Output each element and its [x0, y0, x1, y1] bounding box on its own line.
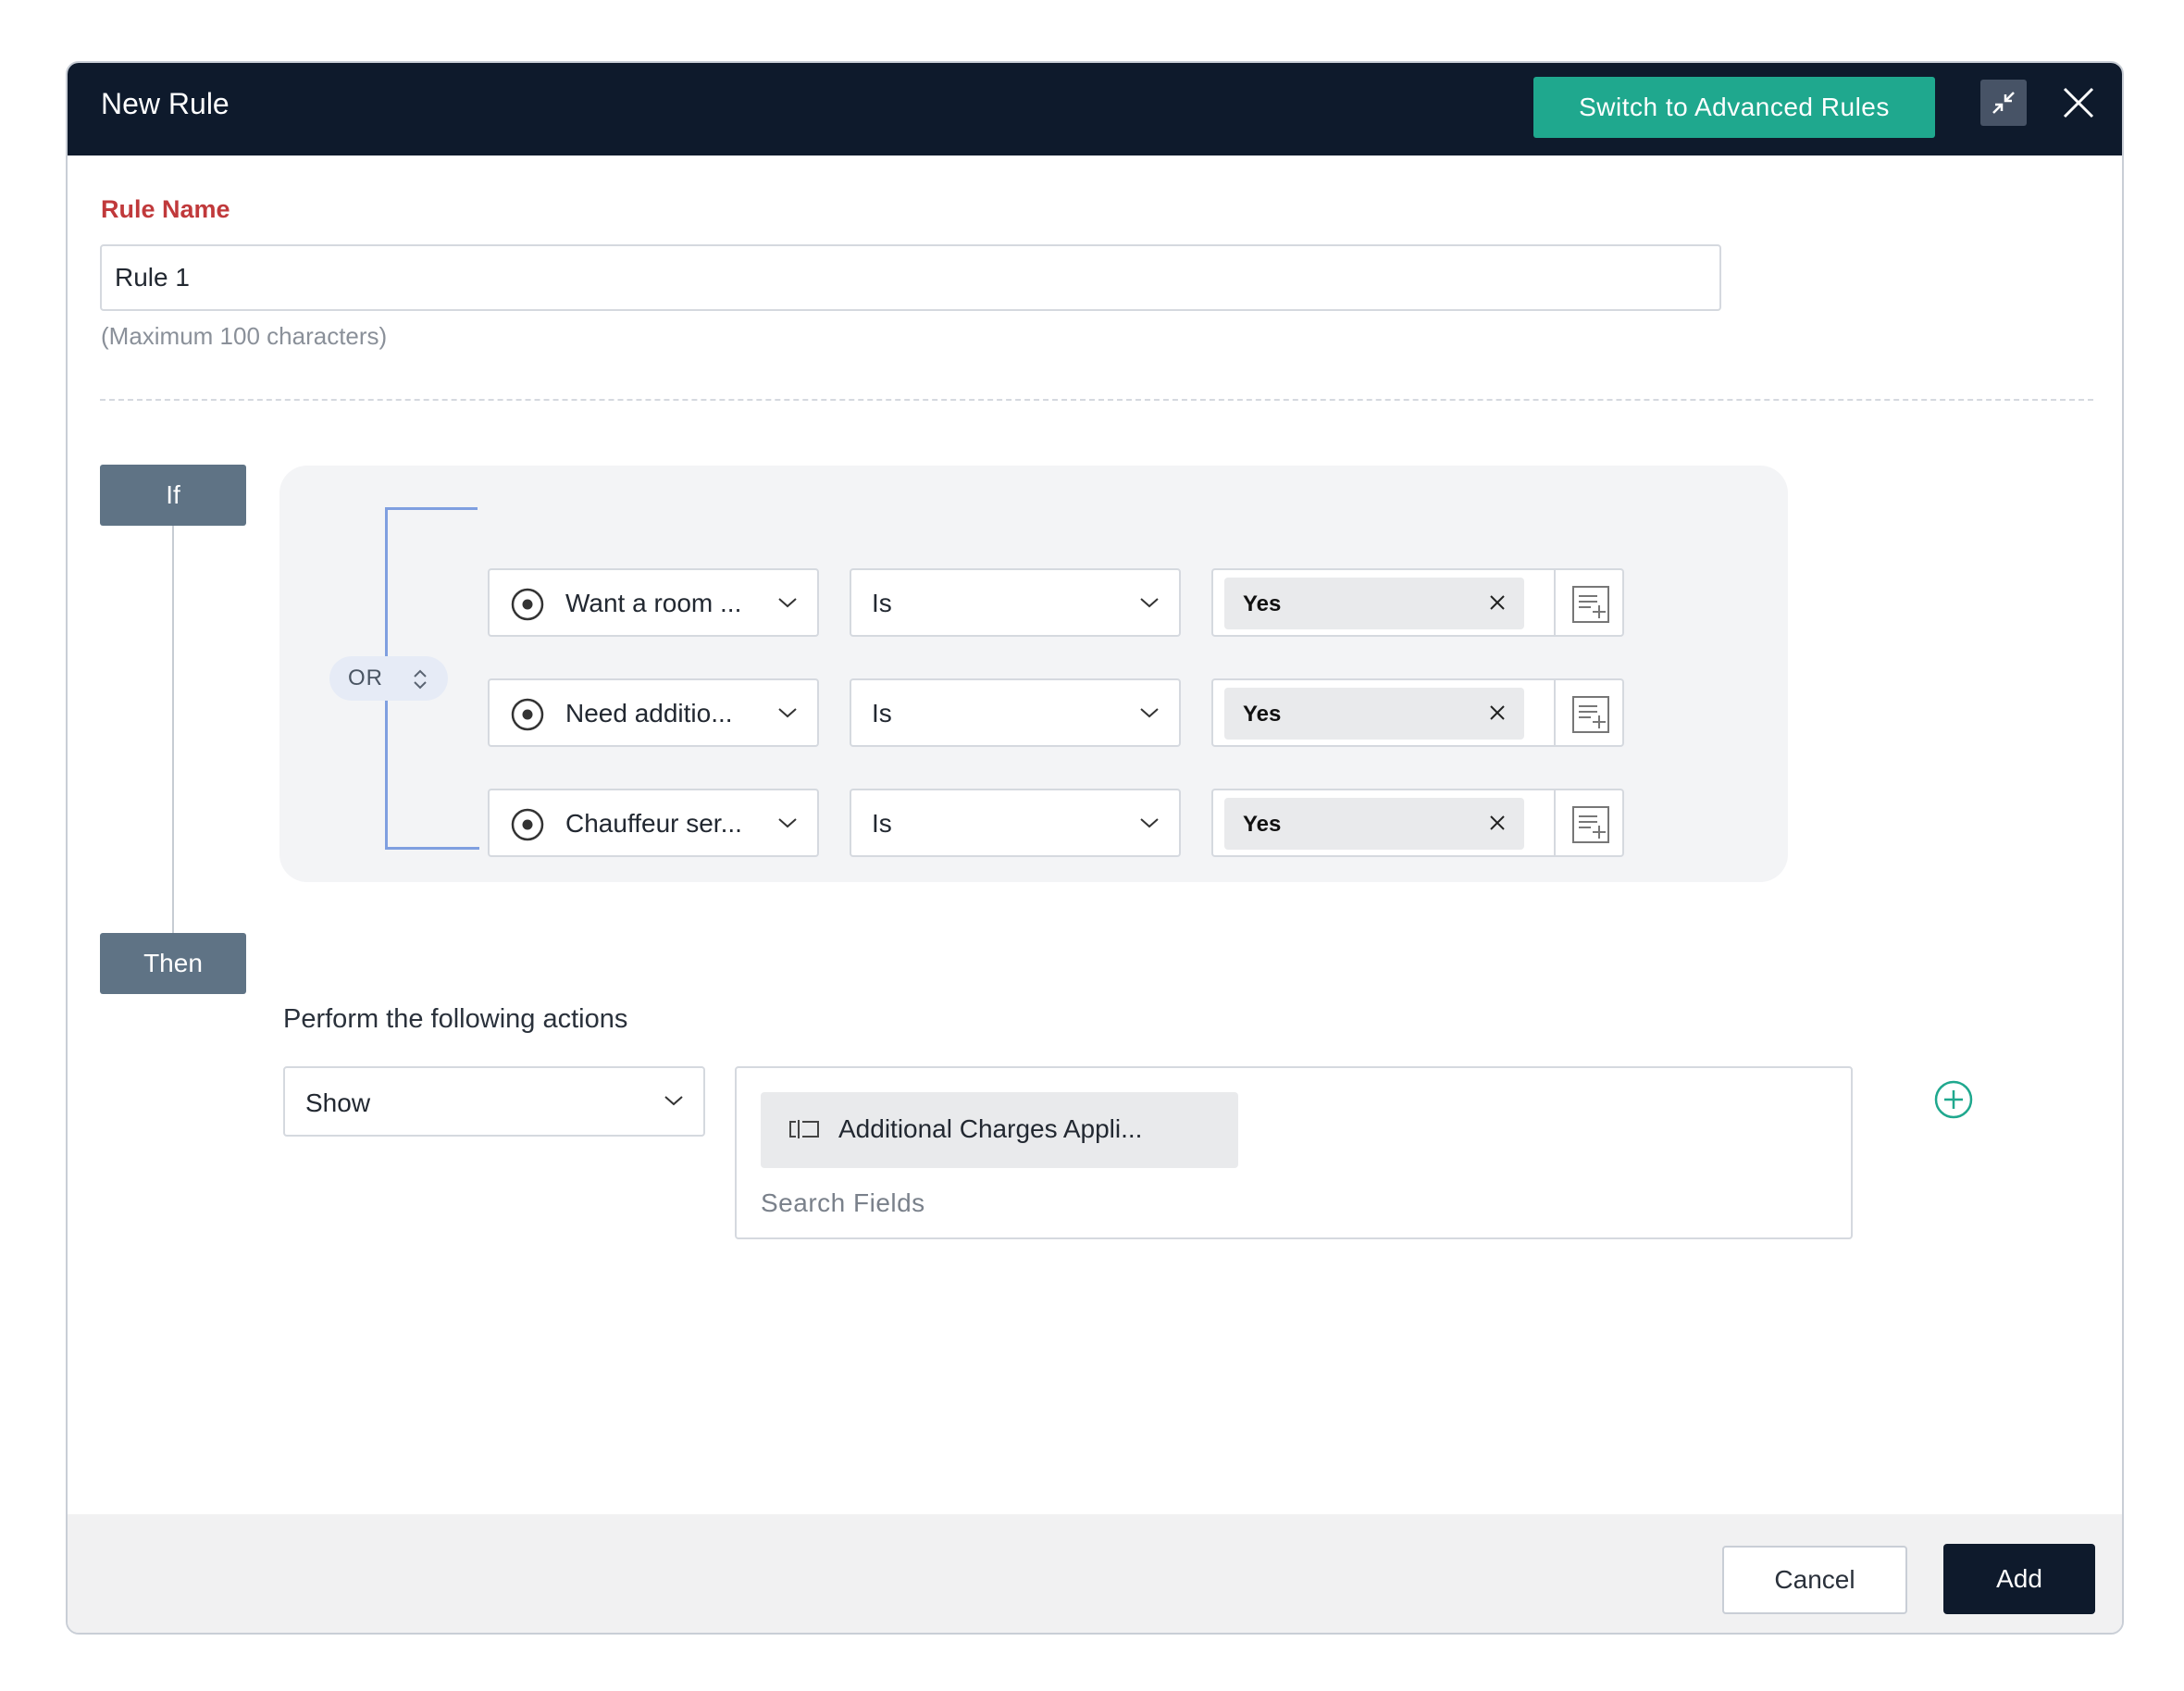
condition-operator-dropdown[interactable]: Is	[850, 678, 1181, 747]
dialog-title: New Rule	[101, 87, 230, 120]
condition-field-dropdown[interactable]: Chauffeur ser...	[488, 789, 819, 857]
minimize-button[interactable]	[1980, 80, 2027, 126]
actions-heading: Perform the following actions	[283, 1004, 628, 1034]
then-tag: Then	[100, 933, 246, 994]
chevron-down-icon	[1140, 708, 1159, 718]
chevron-down-icon	[1140, 598, 1159, 608]
text-field-icon	[789, 1120, 819, 1138]
bracket-top	[385, 507, 426, 510]
value-chip: Yes	[1224, 578, 1524, 629]
condition-field-dropdown[interactable]: Need additio...	[488, 678, 819, 747]
dialog-header: New Rule Switch to Advanced Rules	[68, 63, 2122, 155]
condition-field-label: Chauffeur ser...	[565, 809, 742, 838]
condition-value-input[interactable]: Yes	[1211, 789, 1556, 857]
add-action-icon[interactable]	[1933, 1079, 1974, 1120]
new-rule-dialog: New Rule Switch to Advanced Rules Rule N…	[66, 61, 2124, 1635]
value-chip-label: Yes	[1243, 591, 1282, 616]
list-add-icon	[1572, 586, 1609, 623]
section-divider	[100, 399, 2093, 401]
search-fields-input[interactable]: Search Fields	[761, 1188, 925, 1218]
if-then-connector-line	[172, 526, 174, 933]
bracket-bottom	[385, 847, 479, 850]
rule-name-hint: (Maximum 100 characters)	[101, 322, 388, 350]
close-icon	[2063, 87, 2094, 118]
cancel-button[interactable]: Cancel	[1722, 1546, 1907, 1614]
condition-field-dropdown[interactable]: Want a room ...	[488, 568, 819, 637]
remove-value-icon[interactable]	[1485, 701, 1509, 725]
condition-field-label: Need additio...	[565, 699, 733, 727]
value-chip: Yes	[1224, 688, 1524, 740]
target-fields-box[interactable]: Additional Charges Appli... Search Field…	[735, 1066, 1853, 1239]
radio-field-icon	[511, 808, 544, 841]
rule-name-input[interactable]	[100, 244, 1721, 311]
action-type-dropdown[interactable]: Show	[283, 1066, 705, 1137]
up-down-chevron-icon[interactable]	[408, 666, 432, 692]
minimize-arrows-icon	[1992, 92, 2015, 114]
selected-field-chip[interactable]: Additional Charges Appli...	[761, 1092, 1238, 1168]
condition-operator-label: Is	[872, 809, 892, 838]
dialog-footer: Cancel Add	[68, 1514, 2122, 1633]
condition-value-input[interactable]: Yes	[1211, 678, 1556, 747]
condition-field-label: Want a room ...	[565, 589, 742, 617]
remove-value-icon[interactable]	[1485, 811, 1509, 835]
add-value-button[interactable]	[1554, 678, 1624, 747]
if-tag: If	[100, 465, 246, 526]
list-add-icon	[1572, 806, 1609, 843]
chevron-down-icon	[778, 818, 797, 828]
rule-name-label: Rule Name	[101, 195, 230, 223]
condition-operator-label: Is	[872, 699, 892, 727]
condition-operator-dropdown[interactable]: Is	[850, 789, 1181, 857]
add-value-button[interactable]	[1554, 789, 1624, 857]
remove-value-icon[interactable]	[1485, 591, 1509, 615]
condition-value-input[interactable]: Yes	[1211, 568, 1556, 637]
value-chip-label: Yes	[1243, 702, 1282, 727]
chevron-down-icon	[778, 598, 797, 608]
action-type-label: Show	[305, 1088, 371, 1117]
switch-to-advanced-rules-button[interactable]: Switch to Advanced Rules	[1533, 77, 1935, 138]
condition-operator-dropdown[interactable]: Is	[850, 568, 1181, 637]
connector-label: OR	[348, 665, 383, 690]
chevron-down-icon	[778, 708, 797, 718]
list-add-icon	[1572, 696, 1609, 733]
chevron-down-icon	[1140, 818, 1159, 828]
selected-field-label: Additional Charges Appli...	[838, 1114, 1143, 1143]
add-button[interactable]: Add	[1943, 1544, 2095, 1614]
add-value-button[interactable]	[1554, 568, 1624, 637]
close-button[interactable]	[2055, 80, 2102, 126]
radio-field-icon	[511, 588, 544, 621]
chevron-down-icon	[664, 1096, 683, 1106]
radio-field-icon	[511, 698, 544, 731]
value-chip: Yes	[1224, 798, 1524, 850]
condition-operator-label: Is	[872, 589, 892, 617]
value-chip-label: Yes	[1243, 812, 1282, 837]
